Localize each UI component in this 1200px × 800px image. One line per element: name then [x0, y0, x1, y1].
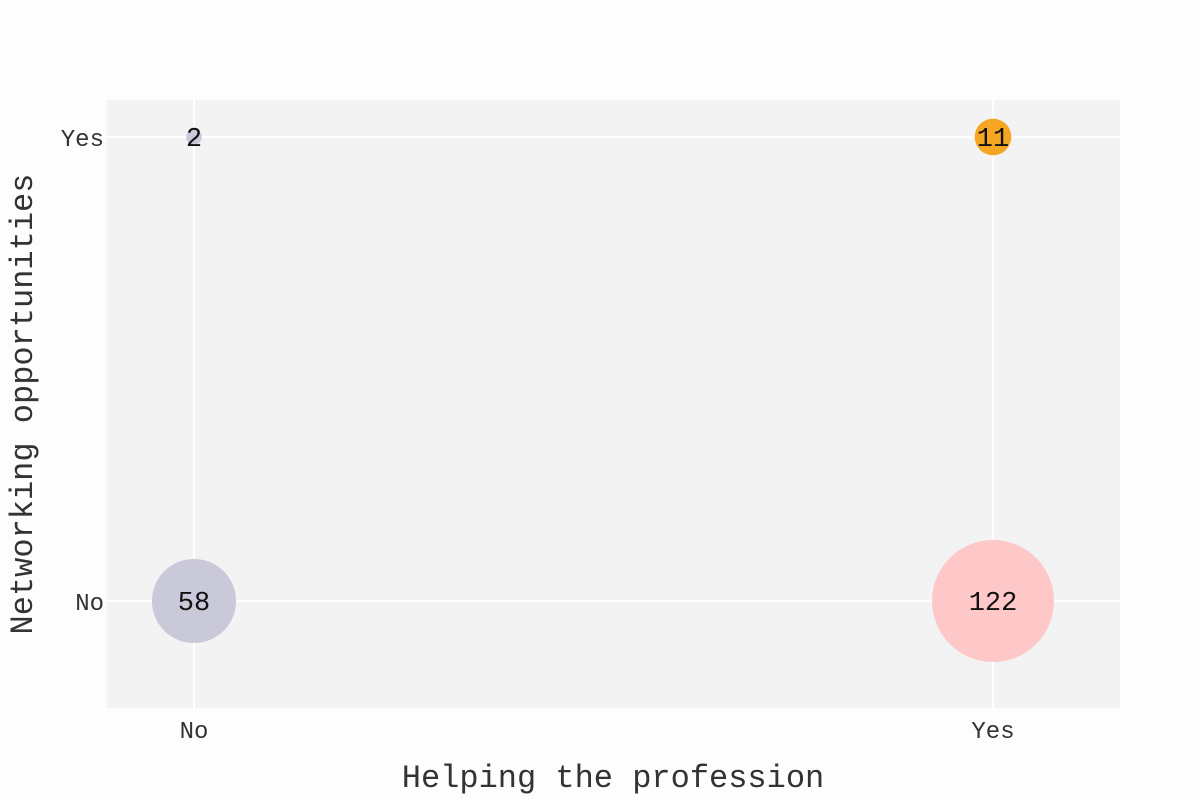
- x-tick-label-no: No: [180, 719, 209, 746]
- x-axis-ticks: No Yes: [180, 719, 1015, 746]
- y-tick-label-no: No: [75, 591, 104, 618]
- data-label-yes-no: 122: [969, 589, 1018, 619]
- y-axis-ticks: No Yes: [61, 127, 104, 618]
- data-label-no-yes: 2: [186, 125, 202, 155]
- x-tick-label-yes: Yes: [971, 719, 1014, 746]
- data-label-yes-yes: 11: [977, 125, 1009, 155]
- y-axis-title: Networking opportunities: [5, 174, 42, 635]
- y-tick-label-yes: Yes: [61, 127, 104, 154]
- data-label-no-no: 58: [178, 589, 210, 619]
- bubble-chart: 58 122 2 11 No Yes No Yes Helping the profess…: [5, 100, 1120, 797]
- x-axis-title: Helping the profession: [402, 760, 824, 797]
